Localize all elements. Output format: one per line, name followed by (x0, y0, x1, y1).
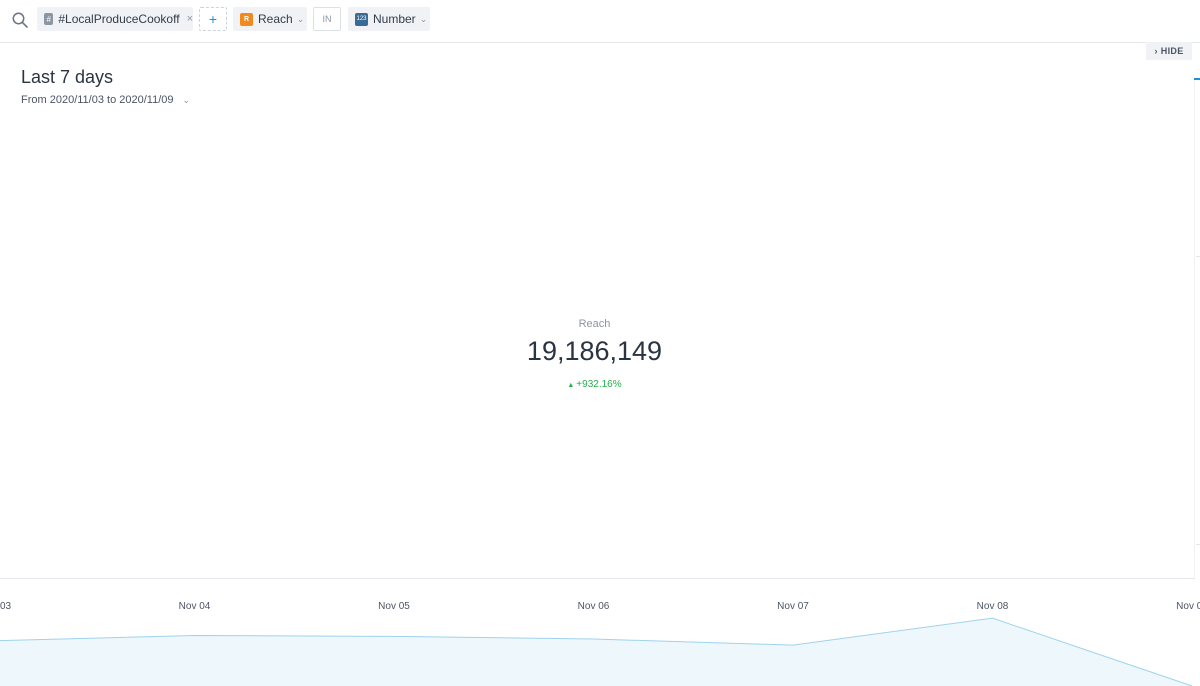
side-panel-edge (1194, 80, 1195, 580)
display-type-dropdown[interactable]: 123 Number ⌄ (348, 7, 430, 31)
metric-label: Reach (578, 318, 611, 330)
hashtag-filter-chip[interactable]: # #LocalProduceCookoff × (37, 7, 193, 31)
data-point[interactable] (791, 643, 795, 647)
date-range-label: From 2020/11/03 to 2020/11/09 (21, 94, 174, 106)
display-type-label: Number (373, 12, 416, 26)
metric-dropdown[interactable]: R Reach ⌄ (233, 7, 307, 31)
metric-change: ▲ +932.16% (0, 379, 1189, 390)
hashtag-icon: # (44, 13, 54, 25)
trend-up-icon: ▲ (567, 382, 575, 389)
add-filter-button[interactable]: + (199, 7, 227, 31)
in-connector: IN (313, 7, 341, 31)
data-point[interactable] (392, 634, 396, 638)
chevron-down-icon: ⌄ (419, 13, 428, 24)
close-icon[interactable]: × (187, 13, 193, 25)
chevron-right-icon: › (1154, 46, 1158, 56)
metric-dropdown-label: Reach (258, 12, 293, 26)
metric-value: 19,186,149 (526, 336, 663, 366)
x-tick-label: Nov 06 (578, 601, 610, 612)
x-tick-label: Nov 04 (179, 601, 211, 612)
metric-change-value: +932.16% (576, 379, 622, 390)
date-range-selector[interactable]: From 2020/11/03 to 2020/11/09 ⌄ (21, 94, 190, 106)
period-title: Last 7 days (21, 67, 114, 87)
hashtag-filter-label: #LocalProduceCookoff (58, 12, 180, 26)
chevron-down-icon: ⌄ (296, 13, 305, 24)
x-tick-label: Nov 09 (1176, 601, 1200, 612)
search-icon[interactable] (11, 11, 29, 29)
chevron-down-icon: ⌄ (182, 95, 191, 105)
data-point[interactable] (991, 616, 995, 620)
hide-panel-button[interactable]: › HIDE (1146, 42, 1192, 60)
x-tick-label: Nov 05 (378, 601, 410, 612)
reach-trend-chart: 03 Nov 04 Nov 05 Nov 06 Nov 07 Nov 08 Nov 09 (0, 601, 1200, 686)
side-panel-divider (1196, 256, 1200, 257)
number-display-icon: 123 (355, 12, 368, 26)
x-tick-label: Nov 08 (977, 601, 1009, 612)
filter-bar: # #LocalProduceCookoff × + R Reach ⌄ IN … (0, 0, 1200, 43)
hide-panel-label: HIDE (1160, 46, 1184, 56)
reach-metric-icon: R (240, 12, 253, 26)
area-fill (0, 618, 1192, 686)
data-point[interactable] (193, 634, 197, 638)
x-tick-label: Nov 07 (777, 601, 809, 612)
data-point[interactable] (592, 637, 596, 641)
side-panel-divider (1196, 544, 1200, 545)
x-tick-label: 03 (0, 601, 12, 612)
